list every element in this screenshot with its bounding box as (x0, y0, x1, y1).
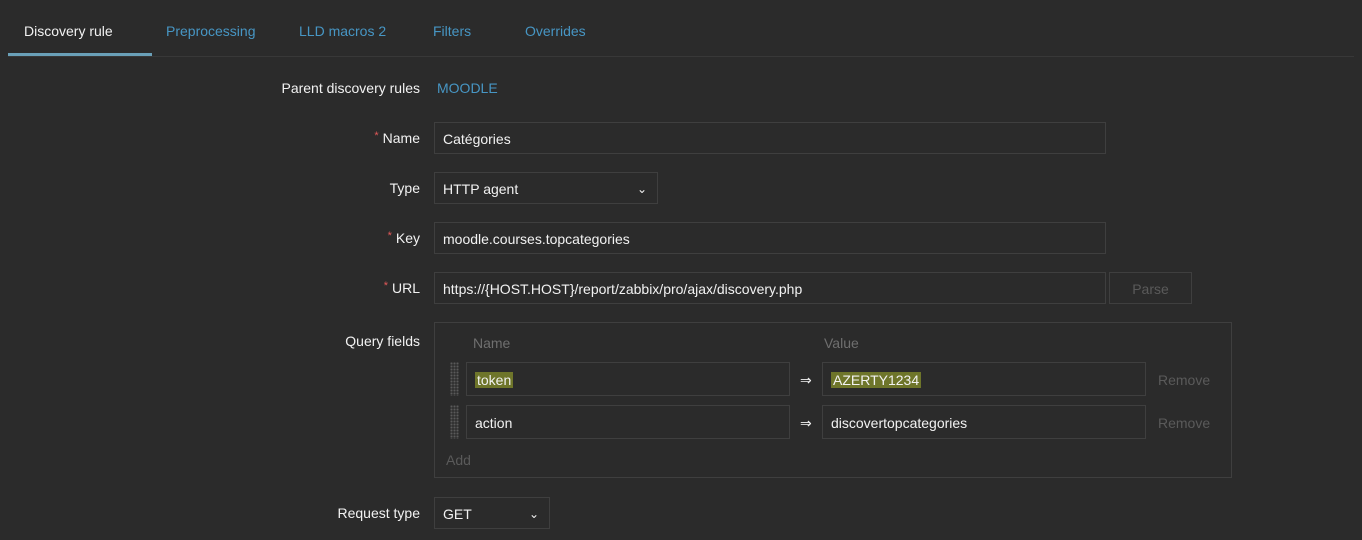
parent-discovery-rules-label: Parent discovery rules (281, 80, 420, 96)
key-field-label: * Key (388, 230, 420, 246)
url-field-label: * URL (384, 280, 420, 296)
request-type-select[interactable]: GET ⌄ (434, 497, 550, 529)
query-name-input[interactable]: token (466, 362, 790, 396)
key-input[interactable]: moodle.courses.topcategories (434, 222, 1106, 254)
query-fields-label: Query fields (345, 333, 420, 349)
query-value-input[interactable]: discovertopcategories (822, 405, 1146, 439)
query-value-value: AZERTY1234 (831, 372, 922, 388)
tab-bar: Discovery rule Preprocessing LLD macros … (8, 8, 1354, 57)
chevron-down-icon: ⌄ (636, 182, 647, 196)
request-type-value: GET (443, 506, 472, 522)
remove-row-button[interactable]: Remove (1158, 372, 1210, 388)
chevron-down-icon: ⌄ (528, 507, 539, 521)
url-input[interactable]: https://{HOST.HOST}/report/zabbix/pro/aj… (434, 272, 1106, 304)
arrow-icon: ⇒ (800, 415, 812, 431)
tab-overrides[interactable]: Overrides (525, 8, 586, 54)
tab-lld-macros[interactable]: LLD macros 2 (299, 8, 386, 54)
tab-discovery-rule[interactable]: Discovery rule (24, 8, 113, 54)
remove-row-button[interactable]: Remove (1158, 415, 1210, 431)
type-select-value: HTTP agent (443, 181, 519, 197)
tab-filters[interactable]: Filters (433, 8, 471, 54)
query-name-value: token (475, 372, 514, 388)
required-marker: * (387, 230, 392, 242)
discovery-rule-form-page: Discovery rule Preprocessing LLD macros … (0, 0, 1362, 540)
key-label-text: Key (395, 230, 420, 246)
query-value-input[interactable]: AZERTY1234 (822, 362, 1146, 396)
tab-preprocessing[interactable]: Preprocessing (166, 8, 256, 54)
arrow-icon: ⇒ (800, 372, 812, 388)
query-value-header: Value (824, 335, 859, 351)
parent-discovery-rule-link[interactable]: MOODLE (437, 80, 498, 96)
query-name-header: Name (473, 335, 511, 351)
required-marker: * (383, 280, 388, 292)
name-input[interactable]: Catégories (434, 122, 1106, 154)
request-type-label: Request type (337, 505, 421, 521)
name-field-label: * Name (374, 130, 420, 146)
query-name-input[interactable]: action (466, 405, 790, 439)
add-query-field-button[interactable]: Add (446, 452, 471, 468)
required-marker: * (374, 130, 379, 142)
parse-button[interactable]: Parse (1109, 272, 1192, 304)
type-field-label: Type (389, 180, 420, 196)
name-label-text: Name (382, 130, 420, 146)
active-tab-indicator (8, 53, 152, 56)
type-select[interactable]: HTTP agent ⌄ (434, 172, 658, 204)
drag-handle-icon[interactable] (450, 405, 459, 439)
drag-handle-icon[interactable] (450, 362, 459, 396)
url-label-text: URL (391, 280, 420, 296)
